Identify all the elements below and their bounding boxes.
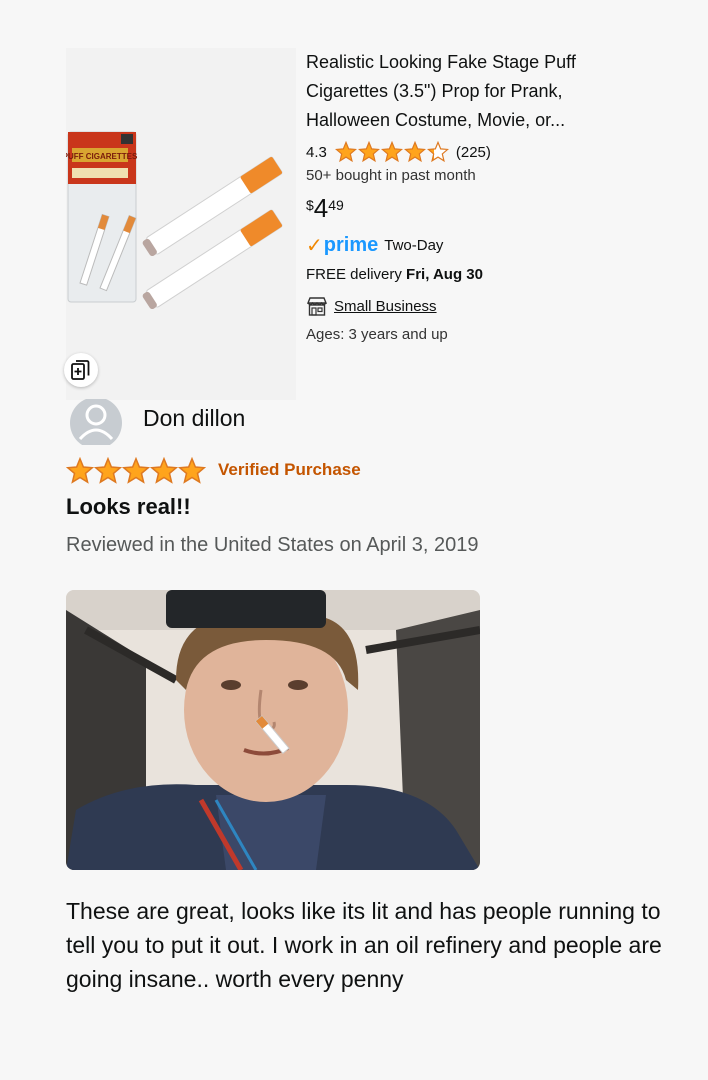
small-business-icon (306, 297, 328, 316)
verified-purchase-badge: Verified Purchase (218, 460, 361, 479)
review-date: Reviewed in the United States on April 3… (66, 534, 479, 556)
star-icon (380, 141, 403, 163)
star-icon (357, 141, 380, 163)
star-icon (66, 457, 94, 484)
small-business-badge[interactable]: Small Business (306, 296, 646, 316)
save-to-list-button[interactable] (64, 353, 98, 387)
age-range: Ages: 3 years and up (306, 326, 448, 343)
rating-value: 4.3 (306, 143, 327, 161)
star-icon (403, 141, 426, 163)
prime-badge: ✓ prime Two-Day (306, 233, 646, 257)
price-fraction: 49 (328, 197, 344, 213)
prime-speed: Two-Day (384, 236, 444, 254)
rating-row[interactable]: 4.3 (225) (306, 140, 646, 164)
review-stars (66, 457, 206, 485)
product-stars (334, 141, 450, 163)
review-photo[interactable] (66, 590, 480, 870)
package-label: PUFF CIGARETTES (66, 152, 138, 161)
product-image[interactable]: PUFF CIGARETTES (66, 48, 296, 400)
star-icon (94, 457, 122, 484)
star-icon (178, 457, 206, 484)
star-icon (150, 457, 178, 484)
rating-count[interactable]: (225) (456, 144, 491, 161)
avatar-icon (70, 399, 122, 445)
product-title[interactable]: Realistic Looking Fake Stage Puff Cigare… (306, 48, 646, 135)
avatar (68, 399, 124, 445)
prime-check-icon: ✓ (306, 234, 323, 257)
star-icon (334, 141, 357, 163)
star-icon (426, 141, 449, 163)
price: $ 4 49 (306, 194, 646, 222)
reviewer-name[interactable]: Don dillon (143, 405, 245, 432)
bought-count: 50+ bought in past month (306, 167, 476, 184)
delivery-date: Fri, Aug 30 (406, 266, 483, 283)
review-title: Looks real!! (66, 494, 191, 519)
product-info: Realistic Looking Fake Stage Puff Cigare… (306, 48, 646, 343)
prime-label: prime (323, 233, 379, 256)
review-body: These are great, looks like its lit and … (66, 898, 662, 992)
star-icon (122, 457, 150, 484)
delivery-info: FREE delivery Fri, Aug 30 (306, 266, 646, 283)
price-whole: 4 (313, 193, 329, 223)
delivery-prefix: FREE delivery (306, 266, 402, 283)
save-to-list-icon (71, 360, 90, 380)
small-business-link[interactable]: Small Business (334, 298, 437, 315)
price-symbol: $ (306, 197, 314, 213)
